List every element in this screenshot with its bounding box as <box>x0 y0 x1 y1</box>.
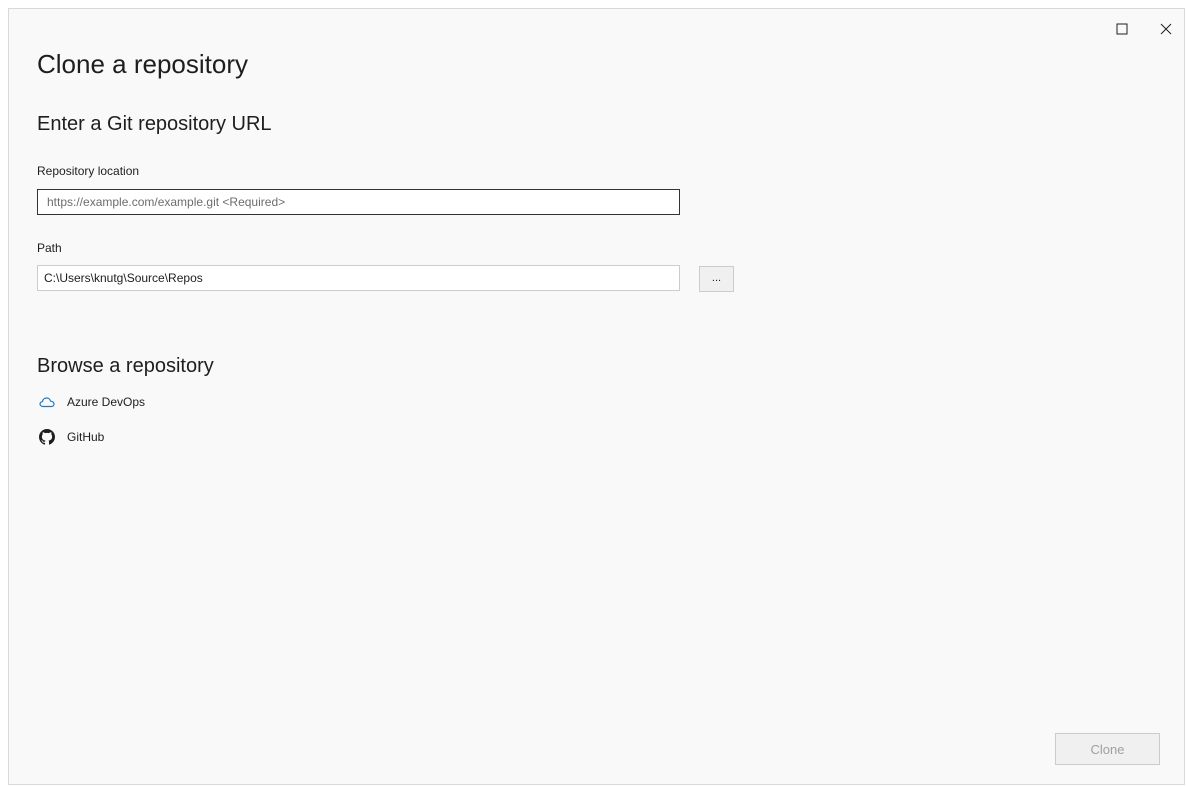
clone-repository-dialog: Clone a repository Enter a Git repositor… <box>8 8 1185 785</box>
path-input[interactable] <box>37 265 680 291</box>
azure-devops-label: Azure DevOps <box>67 395 146 409</box>
close-icon <box>1160 23 1172 35</box>
azure-devops-provider[interactable]: Azure DevOps <box>39 394 145 410</box>
repository-location-input[interactable] <box>37 189 680 215</box>
repository-location-label: Repository location <box>37 164 140 178</box>
git-url-heading: Enter a Git repository URL <box>37 113 272 135</box>
github-provider[interactable]: GitHub <box>39 429 104 445</box>
cloud-icon <box>39 394 55 410</box>
github-icon <box>39 429 55 445</box>
browse-repository-heading: Browse a repository <box>37 355 214 377</box>
maximize-icon <box>1116 23 1128 35</box>
maximize-button[interactable] <box>1107 17 1137 41</box>
path-label: Path <box>37 241 62 255</box>
github-label: GitHub <box>67 430 105 444</box>
clone-button[interactable]: Clone <box>1055 733 1160 765</box>
browse-path-button[interactable]: ... <box>699 266 734 292</box>
close-button[interactable] <box>1151 17 1181 41</box>
dialog-title: Clone a repository <box>37 49 248 79</box>
